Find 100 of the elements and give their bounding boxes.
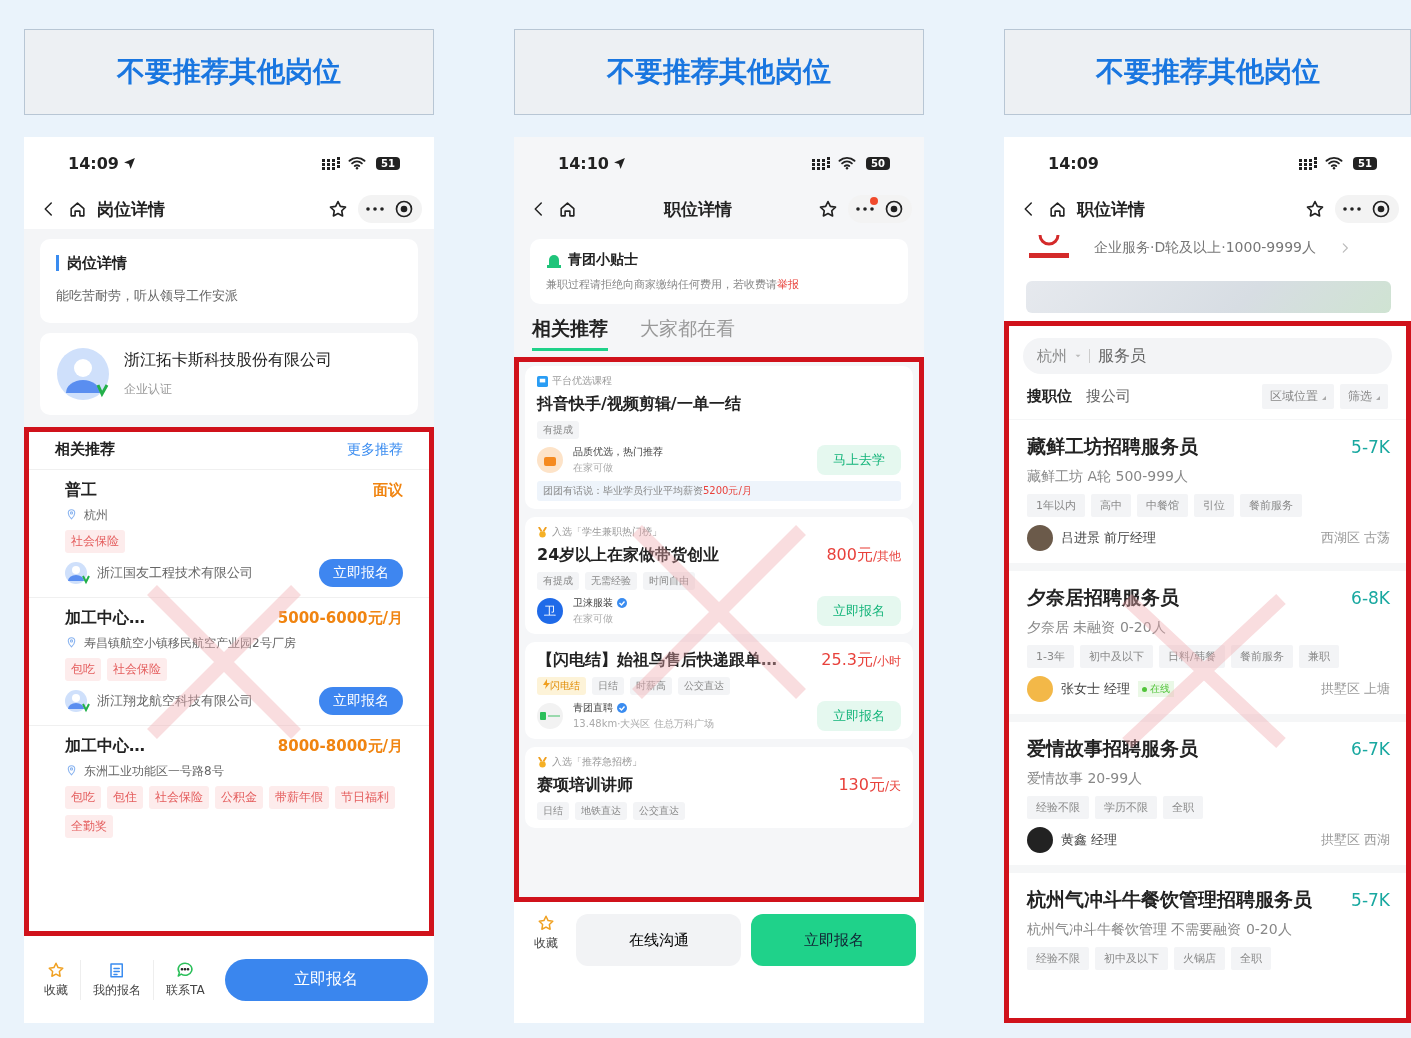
star-icon xyxy=(537,914,555,932)
job-tag: 闪电结 xyxy=(537,677,586,695)
target-icon xyxy=(1371,199,1391,219)
tab-bar-button[interactable]: 我的报名 xyxy=(85,960,149,999)
company-meta: 企业服务·D轮及以上·1000-9999人 xyxy=(1094,239,1316,257)
work-area: 西湖区 古荡 xyxy=(1320,529,1390,547)
battery-icon: 50 xyxy=(866,156,890,170)
company-name: 品质优选，热门推荐 xyxy=(573,445,663,459)
job-location: 寿昌镇航空小镇移民航空产业园2号厂房 xyxy=(84,635,296,652)
favorite-button[interactable] xyxy=(1305,199,1325,219)
home-icon xyxy=(68,199,87,219)
chat-button[interactable]: 在线沟通 xyxy=(576,914,741,966)
apply-button[interactable]: 立即报名 xyxy=(751,914,916,966)
recruiter-avatar xyxy=(1027,525,1053,551)
report-link[interactable]: 举报 xyxy=(777,278,799,291)
job-tag: 日料/韩餐 xyxy=(1158,645,1225,668)
job-title: 普工 xyxy=(65,480,97,501)
lightning-icon xyxy=(543,679,550,689)
salary: 6-7K xyxy=(1351,739,1390,759)
tab[interactable]: 相关推荐 xyxy=(532,316,608,351)
apply-button[interactable]: 立即报名 xyxy=(817,596,901,626)
status-time: 14:09 xyxy=(68,153,119,173)
job-tag: 日结 xyxy=(592,677,624,695)
job-title: 藏鲜工坊招聘服务员 xyxy=(1027,434,1198,459)
page-title: 职位详情 xyxy=(663,197,732,221)
filter-button[interactable]: 区域位置 xyxy=(1262,384,1335,409)
benefit-tag: 节日福利 xyxy=(335,786,395,809)
job-tag: 中餐馆 xyxy=(1137,494,1188,517)
city-selector[interactable]: 杭州 xyxy=(1037,346,1067,366)
search-field[interactable]: 杭州 服务员 xyxy=(1023,338,1392,374)
page-title: 职位详情 xyxy=(1077,197,1145,221)
job-tag: 日结 xyxy=(537,802,569,820)
verification-label: 企业认证 xyxy=(124,381,173,398)
section-heading: 岗位详情 xyxy=(56,255,402,271)
job-title: 24岁以上在家做带货创业 xyxy=(537,545,720,566)
filter-button[interactable]: 筛选 xyxy=(1340,384,1388,409)
annotation-header: 不要推荐其他岗位 xyxy=(24,29,434,115)
job-tag: 全职 xyxy=(1231,947,1271,970)
home-button[interactable] xyxy=(558,199,577,219)
job-tag: 初中及以下 xyxy=(1079,645,1153,668)
ranking-label: 入选「学生兼职热门榜」 xyxy=(552,525,662,539)
apply-button[interactable]: 马上去学 xyxy=(817,445,901,475)
job-tag: 引位 xyxy=(1194,494,1234,517)
job-tag: 兼职 xyxy=(1298,645,1339,668)
job-title: 【闪电结】始祖鸟售后快递跟单… xyxy=(537,650,777,671)
wifi-icon xyxy=(838,156,857,170)
recruiter-avatar xyxy=(1027,676,1053,702)
job-tag: 1年以内 xyxy=(1027,494,1085,517)
apply-button[interactable]: 立即报名 xyxy=(319,559,403,587)
company-name: 浙江国友工程技术有限公司 xyxy=(97,564,253,582)
job-tag: 有提成 xyxy=(537,421,579,439)
job-title: 夕奈居招聘服务员 xyxy=(1027,585,1179,610)
home-button[interactable] xyxy=(1048,199,1067,219)
salary: 5-7K xyxy=(1351,890,1390,910)
company-name: 浙江翔龙航空科技有限公司 xyxy=(97,692,253,710)
benefit-tag: 包吃 xyxy=(65,786,101,809)
job-tag: 高中 xyxy=(1091,494,1131,517)
tips-text: 兼职过程请拒绝向商家缴纳任何费用，若收费请举报 xyxy=(546,277,800,292)
apply-button[interactable]: 立即报名 xyxy=(319,687,403,715)
job-tag: 经验不限 xyxy=(1027,947,1089,970)
job-title: 爱情故事招聘服务员 xyxy=(1027,736,1198,761)
recruiter-name: 黄鑫 经理 xyxy=(1061,831,1118,849)
favorite-button[interactable] xyxy=(328,199,348,219)
job-title: 赛项培训讲师 xyxy=(537,775,633,796)
company-info: 杭州气冲斗牛餐饮管理 不需要融资 0-20人 xyxy=(1027,921,1293,939)
star-icon xyxy=(818,199,838,219)
favorite-button[interactable] xyxy=(818,199,838,219)
job-title: 杭州气冲斗牛餐饮管理招聘服务员 xyxy=(1027,887,1312,912)
company-info: 爱情故事 20-99人 xyxy=(1027,770,1144,788)
apply-button[interactable]: 立即报名 xyxy=(817,701,901,731)
apply-button[interactable]: 立即报名 xyxy=(224,958,428,1001)
job-title: 加工中心… xyxy=(65,736,145,757)
tab-bar-button[interactable]: 收藏 xyxy=(36,960,76,999)
annotation-header: 不要推荐其他岗位 xyxy=(1004,29,1411,115)
recruiter-avatar xyxy=(1027,827,1053,853)
more-icon xyxy=(1343,207,1361,211)
tab[interactable]: 大家都在看 xyxy=(640,316,735,351)
tips-title: 青团小贴士 xyxy=(568,251,638,269)
salary: 800元/其他 xyxy=(826,545,901,566)
job-title: 抖音快手/视频剪辑/一单一结 xyxy=(537,394,741,415)
tab-bar-button[interactable]: 联系TA xyxy=(158,960,213,999)
benefit-tag: 包吃 xyxy=(65,658,101,681)
home-button[interactable] xyxy=(68,199,87,219)
job-tag: 学历不限 xyxy=(1095,796,1157,819)
favorite-button[interactable]: 收藏 xyxy=(526,914,566,952)
salary: 6-8K xyxy=(1351,588,1390,608)
benefit-tag: 社会保险 xyxy=(65,530,125,553)
target-icon xyxy=(884,199,904,219)
search-tab[interactable]: 搜职位 xyxy=(1027,387,1080,406)
search-tab[interactable]: 搜公司 xyxy=(1086,387,1139,406)
chat-bubble-icon xyxy=(176,960,195,979)
salary: 5-7K xyxy=(1351,437,1390,457)
ranking-label: 平台优选课程 xyxy=(552,374,612,388)
benefit-tag: 社会保险 xyxy=(107,658,167,681)
annotation-header: 不要推荐其他岗位 xyxy=(514,29,924,115)
more-link[interactable]: 更多推荐 xyxy=(347,440,403,459)
star-icon xyxy=(328,199,348,219)
job-tag: 无需经验 xyxy=(585,572,637,590)
avatar-icon xyxy=(65,561,91,585)
salary: 5000-6000元/月 xyxy=(277,609,403,628)
